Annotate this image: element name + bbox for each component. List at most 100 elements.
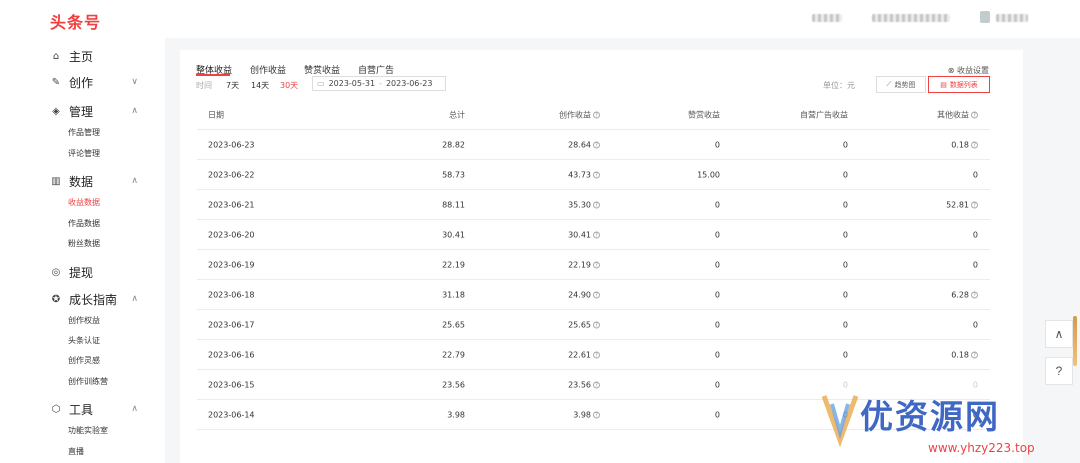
sidebar-item-withdraw[interactable]: ◎ 提现 <box>50 263 150 281</box>
cell-total: 23.56 <box>442 380 465 389</box>
sidebar-item-create[interactable]: ✎ 创作 ∨ <box>50 73 150 91</box>
cell-total: 88.11 <box>442 200 465 209</box>
revenue-settings-button[interactable]: ⊗ 收益设置 <box>948 65 989 76</box>
cell-ads-revenue: 0 <box>843 230 848 239</box>
back-to-top-button[interactable]: ∧ <box>1045 320 1073 348</box>
cell-tips-revenue: 0 <box>715 200 720 209</box>
info-icon[interactable]: ? <box>593 381 600 388</box>
box-icon: ⬡ <box>51 403 61 415</box>
cell-value: 2023-06-14 <box>208 410 255 419</box>
sidebar-item-data[interactable]: ▥ 数据 ∧ <box>50 172 150 190</box>
sidebar-subitem-live[interactable]: 直播 <box>68 446 84 457</box>
header-other-revenue: 其他收益? <box>937 109 978 120</box>
cell-value: 0 <box>972 320 978 329</box>
cell-value: 2023-06-18 <box>208 290 255 299</box>
sidebar-item-label: 工具 <box>69 402 94 417</box>
info-icon[interactable]: ? <box>593 351 600 358</box>
cell-value: 0 <box>714 350 720 359</box>
info-icon[interactable]: ? <box>593 201 600 208</box>
header-creation-revenue: 创作收益? <box>559 109 600 120</box>
table-row: 2023-06-17 25.65 25.65? 0 0 0 <box>197 310 990 340</box>
cell-total: 22.79 <box>442 350 465 359</box>
date-end: 2023-06-23 <box>385 79 433 88</box>
cell-tips-revenue: 0 <box>715 320 720 329</box>
info-icon[interactable]: ? <box>971 201 978 208</box>
sidebar-item-home[interactable]: ⌂ 主页 <box>50 47 150 65</box>
info-icon[interactable]: ? <box>593 321 600 328</box>
cell-other-revenue: 0.18? <box>951 140 978 149</box>
cell-tips-revenue: 0 <box>715 260 720 269</box>
info-icon[interactable]: ? <box>593 261 600 268</box>
range-30-days[interactable]: 30天 <box>280 80 298 91</box>
cell-value: 0 <box>714 320 720 329</box>
cell-value: 0.18 <box>951 140 969 149</box>
sidebar-subitem-works[interactable]: 作品管理 <box>68 127 100 138</box>
info-icon[interactable]: ? <box>971 141 978 148</box>
sidebar-subitem-revenue-data[interactable]: 收益数据 <box>68 197 100 208</box>
chevron-up-icon: ∧ <box>131 176 138 186</box>
info-icon[interactable]: ? <box>593 171 600 178</box>
cell-value: 2023-06-20 <box>208 230 255 239</box>
tab-self-ads[interactable]: 自营广告 <box>358 63 394 76</box>
pen-icon: ✎ <box>51 76 61 88</box>
help-icon[interactable]: ? <box>971 111 978 118</box>
info-icon[interactable]: ? <box>593 411 600 418</box>
cell-value: 88.11 <box>442 200 465 209</box>
cell-date: 2023-06-20 <box>208 230 255 239</box>
calendar-icon: ▭ <box>317 79 325 88</box>
cell-ads-revenue: 0 <box>843 140 848 149</box>
help-icon[interactable]: ? <box>593 111 600 118</box>
scrollbar-thumb[interactable] <box>1073 316 1077 366</box>
range-7-days[interactable]: 7天 <box>226 80 239 91</box>
cell-tips-revenue: 0 <box>715 380 720 389</box>
cell-value: 2023-06-19 <box>208 260 255 269</box>
chevron-down-icon: ∨ <box>131 77 138 87</box>
info-icon[interactable]: ? <box>971 351 978 358</box>
cell-value: 0 <box>842 290 848 299</box>
sidebar-subitem-verification[interactable]: 头条认证 <box>68 335 100 346</box>
cell-value: 58.73 <box>442 170 465 179</box>
info-icon[interactable]: ? <box>593 291 600 298</box>
cell-value: 0 <box>842 230 848 239</box>
layers-icon: ◈ <box>52 105 60 117</box>
sidebar-item-growth-guide[interactable]: ✪ 成长指南 ∧ <box>50 290 150 308</box>
range-14-days[interactable]: 14天 <box>251 80 269 91</box>
sidebar-subitem-fans-data[interactable]: 粉丝数据 <box>68 238 100 249</box>
cell-value: 0 <box>714 380 720 389</box>
sidebar-item-manage[interactable]: ◈ 管理 ∧ <box>50 102 150 120</box>
cell-ads-revenue: 0 <box>843 260 848 269</box>
cell-date: 2023-06-22 <box>208 170 255 179</box>
avatar[interactable] <box>980 11 990 23</box>
trend-chart-button[interactable]: ⟋ 趋势图 <box>876 76 926 93</box>
help-button[interactable]: ? <box>1045 357 1073 385</box>
sidebar-subitem-inspiration[interactable]: 创作灵感 <box>68 355 100 366</box>
app-logo[interactable]: 头条号 <box>50 9 101 33</box>
info-icon[interactable]: ? <box>593 231 600 238</box>
cell-value: 22.61 <box>568 350 591 359</box>
sidebar-item-tools[interactable]: ⬡ 工具 ∧ <box>50 400 150 418</box>
cell-other-revenue: 6.28? <box>951 290 978 299</box>
tab-creation-revenue[interactable]: 创作收益 <box>250 63 286 76</box>
trend-chart-label: 趋势图 <box>894 80 916 89</box>
info-icon[interactable]: ? <box>971 291 978 298</box>
table-header-row: 日期 总计 创作收益? 赞赏收益 自营广告收益 其他收益? <box>197 100 990 130</box>
sidebar-subitem-comments[interactable]: 评论管理 <box>68 148 100 159</box>
info-icon[interactable]: ? <box>593 141 600 148</box>
cell-value: 28.82 <box>442 140 465 149</box>
sidebar-subitem-lab[interactable]: 功能实验室 <box>68 425 108 436</box>
sidebar-subitem-training-camp[interactable]: 创作训练营 <box>68 376 108 387</box>
cell-creation-revenue: 30.41? <box>568 230 600 239</box>
blurred-account-info <box>872 14 950 22</box>
range-separator: - <box>379 79 382 88</box>
sidebar-subitem-works-data[interactable]: 作品数据 <box>68 218 100 229</box>
cell-date: 2023-06-17 <box>208 320 255 329</box>
cell-other-revenue: 0 <box>973 230 978 239</box>
tab-tips-revenue[interactable]: 赞赏收益 <box>304 63 340 76</box>
sidebar-item-label: 创作 <box>69 75 94 90</box>
data-list-button[interactable]: ▤ 数据列表 <box>928 76 990 93</box>
unit-label: 单位：元 <box>823 81 855 90</box>
sidebar-subitem-creator-rights[interactable]: 创作权益 <box>68 315 100 326</box>
cell-value: 23.56 <box>568 380 591 389</box>
cell-value: 0 <box>842 350 848 359</box>
date-range-picker[interactable]: ▭ 2023-05-31 - 2023-06-23 <box>312 76 446 91</box>
